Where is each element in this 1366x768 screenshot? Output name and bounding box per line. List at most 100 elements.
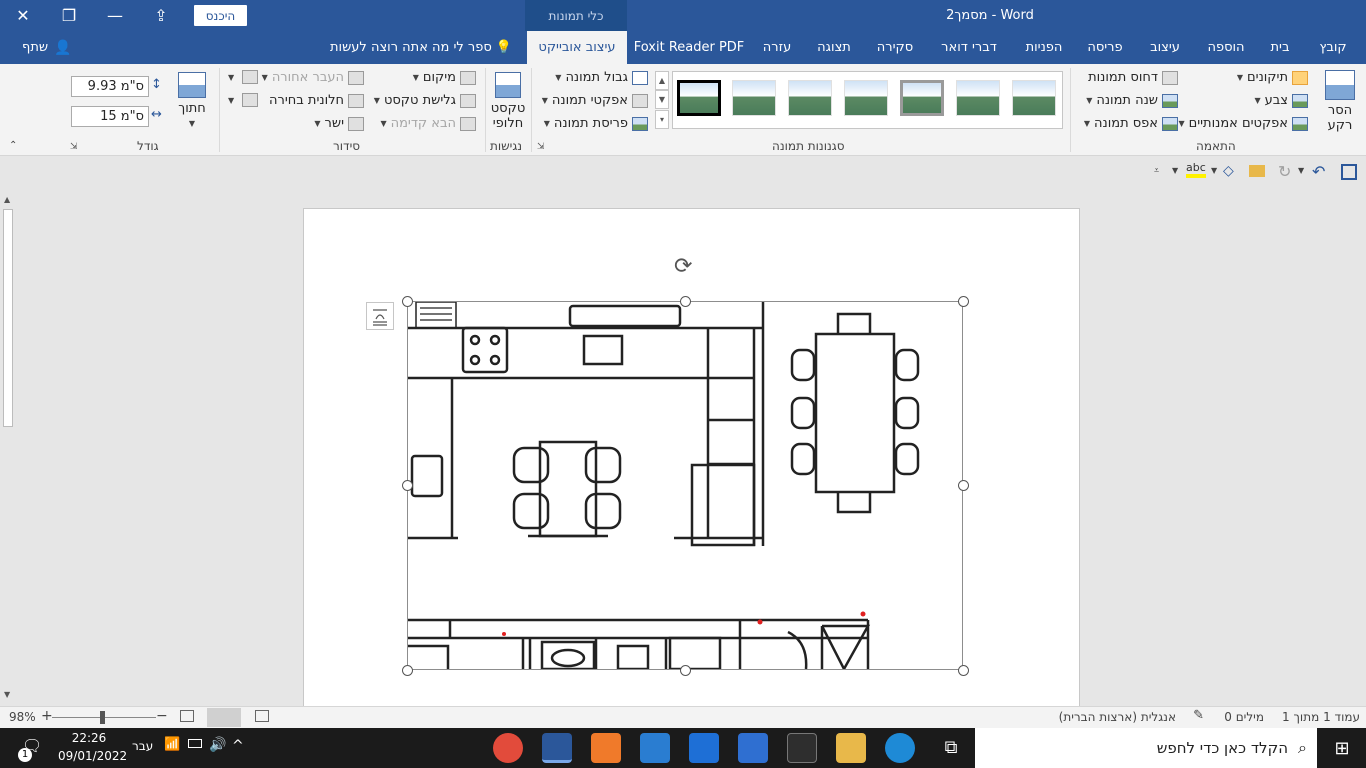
chevron-down-icon[interactable]: ▼ (1172, 166, 1178, 175)
read-mode-icon[interactable] (255, 710, 269, 722)
floor-plan-image[interactable] (407, 301, 963, 670)
picture-style-6[interactable] (732, 80, 776, 116)
tab-help[interactable]: עזרה (755, 31, 799, 64)
spelling-icon[interactable]: abc (1186, 161, 1206, 178)
restore-icon[interactable]: ❐ (46, 0, 92, 31)
gallery-scroll-down-icon[interactable]: ▼ (655, 90, 669, 109)
tab-mailings[interactable]: דברי דואר (932, 31, 1006, 64)
scrollbar-thumb[interactable] (3, 209, 13, 427)
corrections-button[interactable]: תיקונים ▼ (1237, 70, 1308, 85)
crop-button[interactable]: חתוך ▼ (172, 72, 212, 131)
tab-layout[interactable]: פריסה (1080, 31, 1130, 64)
pdf-app-icon[interactable] (591, 733, 621, 763)
ribbon-display-options-icon[interactable]: ⇪ (138, 0, 184, 31)
photos-icon[interactable] (640, 733, 670, 763)
change-picture-button[interactable]: שנה תמונה ▼ (1086, 93, 1178, 108)
remove-background-button[interactable]: הסר רקע (1318, 70, 1362, 133)
minimize-icon[interactable]: — (92, 0, 138, 31)
reset-picture-button[interactable]: אפס תמונה ▼ (1084, 116, 1178, 131)
language-indicator[interactable]: אנגלית (ארצות הברית) (1059, 710, 1176, 724)
gallery-scroll-up-icon[interactable]: ▲ (655, 71, 669, 90)
height-input[interactable]: 9.93 ס"מ (71, 76, 149, 97)
scroll-down-icon[interactable]: ▼ (4, 690, 10, 699)
send-backward-button[interactable]: העבר אחורה ▼ (262, 70, 364, 85)
open-folder-icon[interactable] (1249, 165, 1265, 177)
scroll-up-icon[interactable]: ▲ (4, 195, 10, 204)
tab-insert[interactable]: הוספה (1200, 31, 1252, 64)
chevron-down-icon[interactable]: ▼ (1298, 166, 1304, 175)
clock-time[interactable]: 22:26 (60, 731, 118, 745)
layout-options-icon[interactable] (366, 302, 394, 330)
picture-style-7[interactable] (677, 80, 721, 116)
tab-references[interactable]: הפניות (1017, 31, 1071, 64)
picture-style-5[interactable] (788, 80, 832, 116)
signin-button[interactable]: היכנס (194, 5, 247, 26)
taskbar-search-box[interactable]: הקלד כאן כדי לחפש ⌕ (975, 728, 1317, 768)
edge-icon[interactable] (885, 733, 915, 763)
zoom-out-icon[interactable]: − (156, 708, 168, 724)
word-icon[interactable] (542, 733, 572, 763)
zoom-level[interactable]: 98% (9, 710, 36, 724)
close-icon[interactable]: ✕ (0, 0, 46, 31)
file-explorer-icon[interactable] (836, 733, 866, 763)
share-button[interactable]: שתף 👤 (22, 31, 72, 64)
collapse-ribbon-icon[interactable]: ⌃ (9, 140, 17, 151)
resize-handle-top-right[interactable] (958, 296, 969, 307)
selection-pane-button[interactable]: חלונית בחירה (269, 93, 364, 108)
picture-style-3[interactable] (900, 80, 944, 116)
volume-icon[interactable]: 🔊 (209, 737, 226, 753)
media-player-icon[interactable] (787, 733, 817, 763)
align-button[interactable]: ישר ▼ (314, 116, 364, 131)
print-layout-icon[interactable] (207, 708, 241, 727)
resize-handle-top[interactable] (680, 296, 691, 307)
picture-style-1[interactable] (1012, 80, 1056, 116)
proofing-icon[interactable]: ✎ (1193, 708, 1204, 723)
gallery-more-icon[interactable]: ▾ (655, 110, 669, 129)
position-button[interactable]: מיקום ▼ (413, 70, 476, 85)
clock-date[interactable]: 09/01/2022 (58, 749, 127, 763)
word-count[interactable]: 0 מילים (1224, 710, 1264, 724)
windows-start-icon[interactable]: ⊞ (1318, 728, 1366, 768)
picture-layout-button[interactable]: פריסת תמונה ▼ (544, 116, 648, 131)
picture-effects-button[interactable]: אפקטי תמונה ▼ (542, 93, 648, 108)
tab-review[interactable]: סקירה (869, 31, 921, 64)
resize-handle-top-left[interactable] (402, 296, 413, 307)
group-objects-button[interactable]: ▼ (228, 70, 259, 84)
task-view-icon[interactable]: ⧉ (936, 733, 966, 763)
picture-style-2[interactable] (956, 80, 1000, 116)
alt-text-button[interactable]: טקסט חלופי (488, 72, 528, 131)
page-count[interactable]: עמוד 1 מתוך 1 (1282, 710, 1360, 724)
tab-file[interactable]: קובץ (1310, 31, 1356, 64)
tab-home[interactable]: בית (1263, 31, 1297, 64)
mail-icon[interactable] (689, 733, 719, 763)
resize-handle-left[interactable] (402, 480, 413, 491)
save-icon[interactable] (1341, 164, 1357, 180)
redo-icon[interactable]: ↻ (1278, 162, 1291, 181)
web-layout-icon[interactable] (180, 710, 194, 722)
wifi-icon[interactable]: 📶 (164, 737, 180, 752)
tab-design[interactable]: עיצוב (1141, 31, 1189, 64)
compress-pictures-button[interactable]: דחוס תמונות (1088, 70, 1178, 85)
shapes-icon[interactable]: ◇ (1223, 163, 1234, 179)
dialog-launcher-icon[interactable]: ⇲ (537, 142, 545, 152)
chrome-icon[interactable] (493, 733, 523, 763)
resize-handle-bottom-right[interactable] (958, 665, 969, 676)
tab-foxit[interactable]: Foxit Reader PDF (634, 31, 745, 64)
store-icon[interactable] (738, 733, 768, 763)
picture-style-4[interactable] (844, 80, 888, 116)
resize-handle-bottom[interactable] (680, 665, 691, 676)
rotate-button[interactable]: ▼ (228, 93, 259, 107)
undo-icon[interactable]: ↶ (1312, 162, 1325, 181)
vertical-scrollbar[interactable]: ▲ ▼ (0, 193, 17, 704)
customize-qat-icon[interactable]: ⩡ (1154, 166, 1159, 176)
zoom-in-icon[interactable]: + (41, 708, 53, 724)
wrap-text-button[interactable]: גלישת טקסט ▼ (374, 93, 476, 108)
rotate-handle-icon[interactable]: ⟳ (674, 254, 692, 279)
resize-handle-right[interactable] (958, 480, 969, 491)
dialog-launcher-icon[interactable]: ⇲ (70, 142, 78, 152)
artistic-effects-button[interactable]: אפקטים אמנותיים ▼ (1178, 116, 1308, 131)
tab-picture-format[interactable]: עיצוב אובייקט (527, 31, 627, 64)
tell-me-search[interactable]: ספר לי מה אתה רוצה לעשות 💡 (330, 31, 512, 64)
chevron-down-icon[interactable]: ▼ (1211, 166, 1217, 175)
picture-border-button[interactable]: גבול תמונה ▼ (555, 70, 648, 85)
